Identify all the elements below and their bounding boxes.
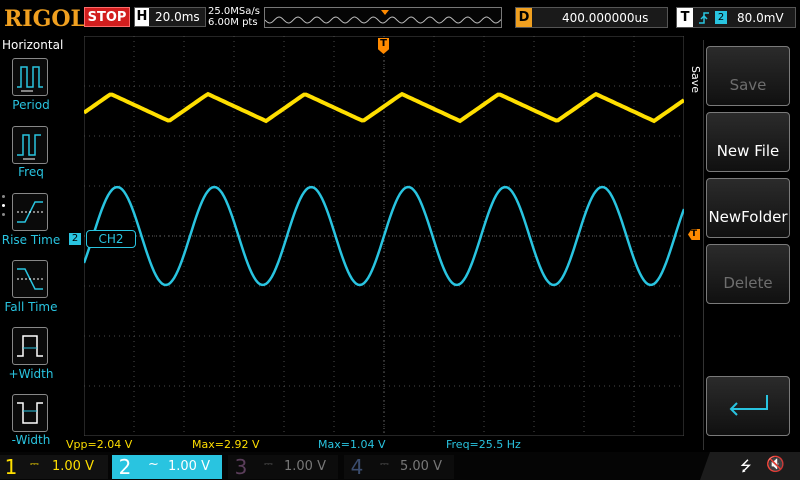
waveform-display[interactable] (84, 36, 684, 436)
fall-time-icon (17, 268, 43, 290)
trigger-box[interactable]: T 2 80.0mV (676, 7, 796, 28)
dc-coupling-icon: ⎓ (264, 457, 273, 470)
channel-1-status[interactable]: 1 ⎓ 1.00 V (0, 455, 108, 479)
memory-depth: 6.00M pts (208, 17, 258, 28)
timebase-box[interactable]: H 20.0ms (134, 7, 206, 27)
fall-time-button[interactable] (12, 260, 48, 298)
sample-rate: 25.0MSa/s (208, 6, 260, 17)
delay-box[interactable]: D 400.000000us (515, 7, 668, 28)
enter-arrow-icon (729, 395, 768, 416)
trigger-source: 2 (715, 11, 727, 24)
rigol-logo: RIGOL (4, 6, 86, 32)
channel-2-scale: 1.00 V (168, 459, 210, 474)
positive-width-label: +Width (8, 367, 54, 381)
channel-3-number: 3 (234, 455, 248, 479)
save-button[interactable]: Save (706, 46, 790, 106)
negative-width-icon (17, 402, 43, 424)
channel-2-status[interactable]: 2 ~ 1.00 V (112, 455, 222, 479)
delete-button[interactable]: Delete (706, 244, 790, 304)
usb-icon: ⭍ (740, 459, 752, 475)
measure-category-title: Horizontal (2, 38, 64, 52)
run-stop-status[interactable]: STOP (84, 7, 130, 27)
channel-1-number: 1 (4, 455, 18, 479)
speaker-muted-icon: 🔇 (766, 455, 785, 473)
new-folder-button[interactable]: NewFolder (706, 178, 790, 238)
channel-3-scale: 1.00 V (284, 459, 326, 474)
period-label: Period (12, 98, 50, 112)
negative-width-label: -Width (11, 433, 51, 447)
rise-time-button[interactable] (12, 193, 48, 231)
trigger-level-marker[interactable]: T (688, 229, 700, 240)
period-icon (17, 66, 43, 92)
ch2-label-tag: CH2 (86, 230, 136, 248)
rise-time-label: Rise Time (1, 233, 61, 247)
enter-button[interactable] (706, 376, 790, 436)
channel-4-scale: 5.00 V (400, 459, 442, 474)
fall-time-label: Fall Time (4, 300, 58, 314)
channel-2-number: 2 (118, 455, 132, 479)
menu-page-indicator (2, 195, 6, 225)
frequency-icon (17, 134, 41, 160)
channel-4-number: 4 (350, 455, 364, 479)
delay-letter: D (516, 8, 532, 27)
memory-overview-strip[interactable] (264, 7, 502, 28)
ch2-offset-marker[interactable]: 2 (69, 233, 81, 245)
top-status-bar: RIGOL STOP H 20.0ms 25.0MSa/s 6.00M pts … (0, 0, 800, 36)
save-menu-title: Save (684, 60, 702, 100)
trigger-letter: T (677, 8, 693, 27)
dc-coupling-icon: ⎓ (30, 457, 39, 470)
positive-width-button[interactable] (12, 327, 48, 365)
ac-coupling-icon: ~ (148, 457, 159, 472)
rise-time-icon (17, 201, 43, 223)
freq-label: Freq (18, 165, 44, 179)
timebase-value: 20.0ms (155, 10, 200, 24)
delay-value: 400.000000us (562, 11, 649, 25)
period-button[interactable] (12, 58, 48, 96)
dc-coupling-icon: ⎓ (380, 457, 389, 470)
measurement-max-ch1: Max=2.92 V (192, 438, 260, 451)
channel-1-scale: 1.00 V (52, 459, 94, 474)
channel-3-status[interactable]: 3 ⎓ 1.00 V (228, 455, 338, 479)
rising-edge-icon (699, 12, 709, 24)
negative-width-button[interactable] (12, 394, 48, 432)
measurement-vpp: Vpp=2.04 V (66, 438, 133, 451)
horizontal-letter: H (135, 8, 149, 26)
trigger-position-icon (381, 10, 389, 15)
measurement-frequency: Freq=25.5 Hz (446, 438, 521, 451)
positive-width-icon (17, 335, 43, 357)
trigger-level: 80.0mV (737, 11, 784, 25)
measurement-max-ch2: Max=1.04 V (318, 438, 386, 451)
channel-4-status[interactable]: 4 ⎓ 5.00 V (344, 455, 454, 479)
new-file-button[interactable]: New File (706, 112, 790, 172)
freq-button[interactable] (12, 126, 48, 164)
